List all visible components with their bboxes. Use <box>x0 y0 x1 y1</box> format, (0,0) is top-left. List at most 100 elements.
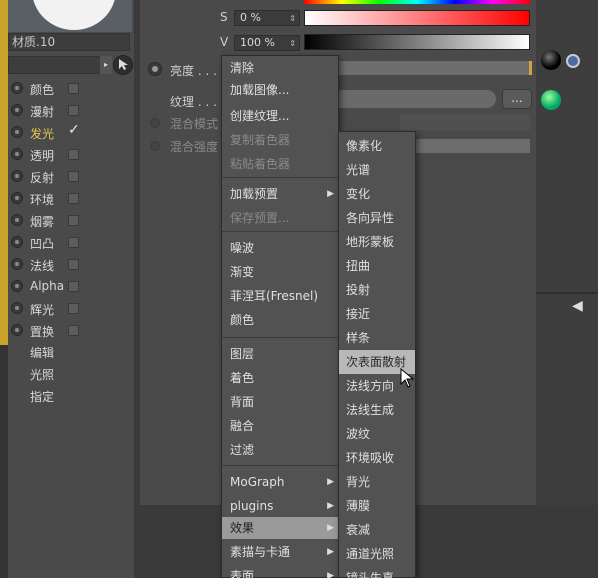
channel-item[interactable]: 透明 <box>8 144 134 164</box>
saturation-gradient-bar[interactable] <box>304 10 530 26</box>
v-value-field[interactable]: 100 % ⇕ <box>234 35 300 51</box>
channel-checkbox[interactable] <box>68 105 79 116</box>
channel-checkbox[interactable] <box>68 281 79 292</box>
channel-checkbox[interactable] <box>68 325 79 336</box>
context-menu-item[interactable]: 融合 <box>222 415 338 437</box>
submenu-item[interactable]: 投射 <box>339 278 415 302</box>
brightness-radio[interactable] <box>148 62 162 76</box>
channel-radio[interactable] <box>11 148 23 160</box>
channel-radio[interactable] <box>11 82 23 94</box>
material-dropdown[interactable] <box>8 56 112 74</box>
node-port-icon[interactable] <box>566 54 580 68</box>
channel-checkbox[interactable] <box>68 83 79 94</box>
material-node-icon[interactable] <box>541 50 561 70</box>
stepper-icon[interactable]: ⇕ <box>289 12 296 26</box>
channel-item[interactable]: 环境 <box>8 188 134 208</box>
blend-strength-radio[interactable] <box>150 141 160 151</box>
channel-checkbox[interactable] <box>68 193 79 204</box>
context-menu-item[interactable]: 表面 ▶ <box>222 565 338 578</box>
channel-item[interactable]: 法线 <box>8 254 134 274</box>
context-menu-item[interactable]: 噪波 <box>222 237 338 259</box>
channel-radio[interactable] <box>11 302 23 314</box>
hue-gradient-bar[interactable] <box>304 0 530 4</box>
context-menu-item[interactable]: 过滤 <box>222 439 338 461</box>
context-menu-item[interactable]: MoGraph ▶ <box>222 471 338 493</box>
submenu-item[interactable]: 各向异性 <box>339 206 415 230</box>
context-menu-item[interactable]: 渐变 <box>222 261 338 283</box>
submenu-item[interactable]: 波纹 <box>339 422 415 446</box>
channel-item[interactable]: 凹凸 <box>8 232 134 252</box>
context-menu-item[interactable]: 创建纹理... <box>222 105 338 127</box>
submenu-item[interactable]: 光谱 <box>339 158 415 182</box>
blend-mode-dropdown[interactable] <box>400 114 530 130</box>
channel-item[interactable]: 反射 <box>8 166 134 186</box>
brightness-slider[interactable] <box>332 61 532 75</box>
submenu-item[interactable]: 衰减 <box>339 518 415 542</box>
channel-checkbox[interactable] <box>68 259 79 270</box>
texture-browse-button[interactable]: ... <box>502 89 532 109</box>
channel-item[interactable]: 颜色 <box>8 78 134 98</box>
context-menu-item[interactable]: 菲涅耳(Fresnel) <box>222 285 338 307</box>
submenu-item[interactable]: 环境吸收 <box>339 446 415 470</box>
context-menu-item[interactable]: plugins ▶ <box>222 495 338 517</box>
illumination-item[interactable]: 光照 <box>30 366 54 383</box>
submenu-item[interactable]: 样条 <box>339 326 415 350</box>
edit-item[interactable]: 编辑 <box>30 344 54 361</box>
context-menu-item[interactable]: 加载图像... <box>222 79 338 101</box>
channel-checkbox[interactable] <box>68 303 79 314</box>
collapse-arrow-icon[interactable]: ◀ <box>572 298 583 314</box>
stepper-icon[interactable]: ⇕ <box>289 37 296 51</box>
texture-node-icon[interactable] <box>541 90 561 110</box>
material-preview[interactable] <box>8 0 132 32</box>
blend-mode-radio[interactable] <box>150 118 160 128</box>
channel-radio[interactable] <box>11 280 23 292</box>
material-name-field[interactable]: 材质.10 <box>8 33 130 51</box>
channel-label: 发光 <box>30 127 55 141</box>
s-value-field[interactable]: 0 % ⇕ <box>234 10 300 26</box>
submenu-item[interactable]: 接近 <box>339 302 415 326</box>
channel-item[interactable]: 发光 ✓ <box>8 122 134 142</box>
context-menu-item[interactable]: 素描与卡通 ▶ <box>222 541 338 563</box>
submenu-item[interactable]: 背光 <box>339 470 415 494</box>
context-menu-item[interactable]: 着色 <box>222 367 338 389</box>
channel-item[interactable]: 烟雾 <box>8 210 134 230</box>
submenu-item[interactable]: 镜头失真 <box>339 566 415 578</box>
context-menu-item[interactable]: 颜色 <box>222 309 338 331</box>
submenu-item[interactable]: 像素化 <box>339 134 415 158</box>
channel-radio[interactable] <box>11 126 23 138</box>
channel-radio[interactable] <box>11 192 23 204</box>
channel-radio[interactable] <box>11 214 23 226</box>
texture-field[interactable] <box>332 90 496 108</box>
channel-radio[interactable] <box>11 324 23 336</box>
pointer-button[interactable] <box>113 55 133 75</box>
submenu-item[interactable]: 法线生成 <box>339 398 415 422</box>
channel-item[interactable]: 辉光 <box>8 298 134 318</box>
blend-strength-slider[interactable] <box>400 139 530 153</box>
value-gradient-bar[interactable] <box>304 34 530 50</box>
submenu-item[interactable]: 地形蒙板 <box>339 230 415 254</box>
channel-radio[interactable] <box>11 104 23 116</box>
submenu-item[interactable]: 薄膜 <box>339 494 415 518</box>
menu-item-label: 背面 <box>230 395 255 409</box>
channel-item[interactable]: Alpha <box>8 276 134 296</box>
submenu-item[interactable]: 扭曲 <box>339 254 415 278</box>
checkmark-icon[interactable]: ✓ <box>68 122 80 138</box>
dropdown-arrow-icon[interactable]: ▸ <box>100 56 112 74</box>
context-menu-item[interactable]: 效果 ▶ <box>222 517 338 539</box>
channel-checkbox[interactable] <box>68 171 79 182</box>
context-menu-item[interactable]: 背面 <box>222 391 338 413</box>
channel-radio[interactable] <box>11 170 23 182</box>
assign-item[interactable]: 指定 <box>30 388 54 405</box>
channel-checkbox[interactable] <box>68 149 79 160</box>
submenu-item[interactable]: 通道光照 <box>339 542 415 566</box>
context-menu-item[interactable]: 图层 <box>222 343 338 365</box>
channel-checkbox[interactable] <box>68 237 79 248</box>
channel-item[interactable]: 漫射 <box>8 100 134 120</box>
context-menu-item[interactable]: 加载预置 ▶ <box>222 183 338 205</box>
context-menu-item[interactable]: 清除 <box>222 57 338 79</box>
channel-checkbox[interactable] <box>68 215 79 226</box>
channel-radio[interactable] <box>11 258 23 270</box>
channel-item[interactable]: 置换 <box>8 320 134 340</box>
submenu-item[interactable]: 变化 <box>339 182 415 206</box>
channel-radio[interactable] <box>11 236 23 248</box>
